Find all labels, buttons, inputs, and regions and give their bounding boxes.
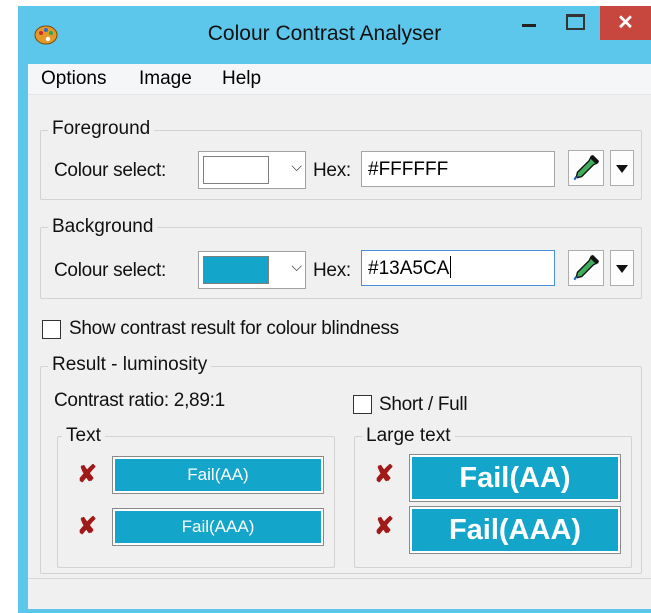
maximize-button[interactable] bbox=[552, 8, 598, 40]
foreground-hex-label: Hex: bbox=[313, 160, 351, 181]
colour-blindness-checkbox[interactable] bbox=[42, 320, 61, 339]
menu-bar: Options Image Help bbox=[28, 64, 651, 95]
colour-blindness-label[interactable]: Show contrast result for colour blindnes… bbox=[69, 318, 399, 340]
background-colour-dropdown[interactable]: ⌵ bbox=[198, 251, 306, 289]
text-aaa-result: Fail(AAA) bbox=[112, 508, 324, 546]
background-hex-value: #13A5CA bbox=[368, 258, 450, 279]
short-full-label[interactable]: Short / Full bbox=[379, 394, 468, 416]
foreground-swatch bbox=[203, 156, 269, 184]
background-hex-input[interactable]: #13A5CA bbox=[361, 250, 555, 286]
foreground-group-label: Foreground bbox=[48, 118, 155, 140]
background-eyedropper-button[interactable] bbox=[568, 250, 604, 286]
menu-help[interactable]: Help bbox=[222, 68, 261, 90]
foreground-colour-dropdown[interactable]: ⌵ bbox=[198, 151, 306, 189]
foreground-eyedropper-button[interactable] bbox=[568, 150, 604, 186]
title-bar[interactable]: Colour Contrast Analyser ✕ bbox=[18, 6, 651, 64]
cross-icon: ✘ bbox=[77, 461, 98, 488]
text-aa-result: Fail(AA) bbox=[112, 456, 324, 494]
background-colour-select-label: Colour select: bbox=[54, 260, 166, 281]
background-hex-label: Hex: bbox=[313, 260, 351, 281]
background-swatch bbox=[203, 256, 269, 284]
close-icon: ✕ bbox=[617, 12, 634, 34]
eyedropper-icon bbox=[573, 154, 600, 181]
large-text-aaa-result: Fail(AAA) bbox=[409, 506, 621, 554]
menu-image[interactable]: Image bbox=[139, 68, 192, 90]
minimize-button[interactable] bbox=[506, 8, 552, 40]
result-group-label: Result - luminosity bbox=[48, 354, 212, 376]
background-options-arrow-button[interactable] bbox=[610, 250, 634, 286]
app-window: Colour Contrast Analyser ✕ Options Image… bbox=[18, 6, 651, 613]
cross-icon: ✘ bbox=[374, 461, 395, 488]
menu-options[interactable]: Options bbox=[41, 68, 106, 90]
chevron-down-icon: ⌵ bbox=[291, 258, 302, 274]
large-text-group-label: Large text bbox=[362, 425, 455, 447]
cross-icon: ✘ bbox=[77, 513, 98, 540]
foreground-hex-input[interactable]: #FFFFFF bbox=[361, 151, 555, 187]
large-text-aa-result: Fail(AA) bbox=[409, 454, 621, 502]
text-group-label: Text bbox=[62, 425, 105, 447]
short-full-checkbox[interactable] bbox=[353, 395, 372, 414]
foreground-options-arrow-button[interactable] bbox=[610, 150, 634, 186]
foreground-colour-select-label: Colour select: bbox=[54, 160, 166, 181]
close-button[interactable]: ✕ bbox=[600, 6, 651, 40]
cross-icon: ✘ bbox=[374, 513, 395, 540]
text-caret bbox=[450, 256, 452, 278]
eyedropper-icon bbox=[573, 254, 600, 281]
status-bar bbox=[28, 578, 651, 609]
background-group-label: Background bbox=[48, 216, 158, 238]
chevron-down-icon: ⌵ bbox=[291, 158, 302, 174]
client-area: Options Image Help Foreground Colour sel… bbox=[28, 64, 651, 609]
contrast-ratio-text: Contrast ratio: 2,89:1 bbox=[54, 390, 225, 411]
